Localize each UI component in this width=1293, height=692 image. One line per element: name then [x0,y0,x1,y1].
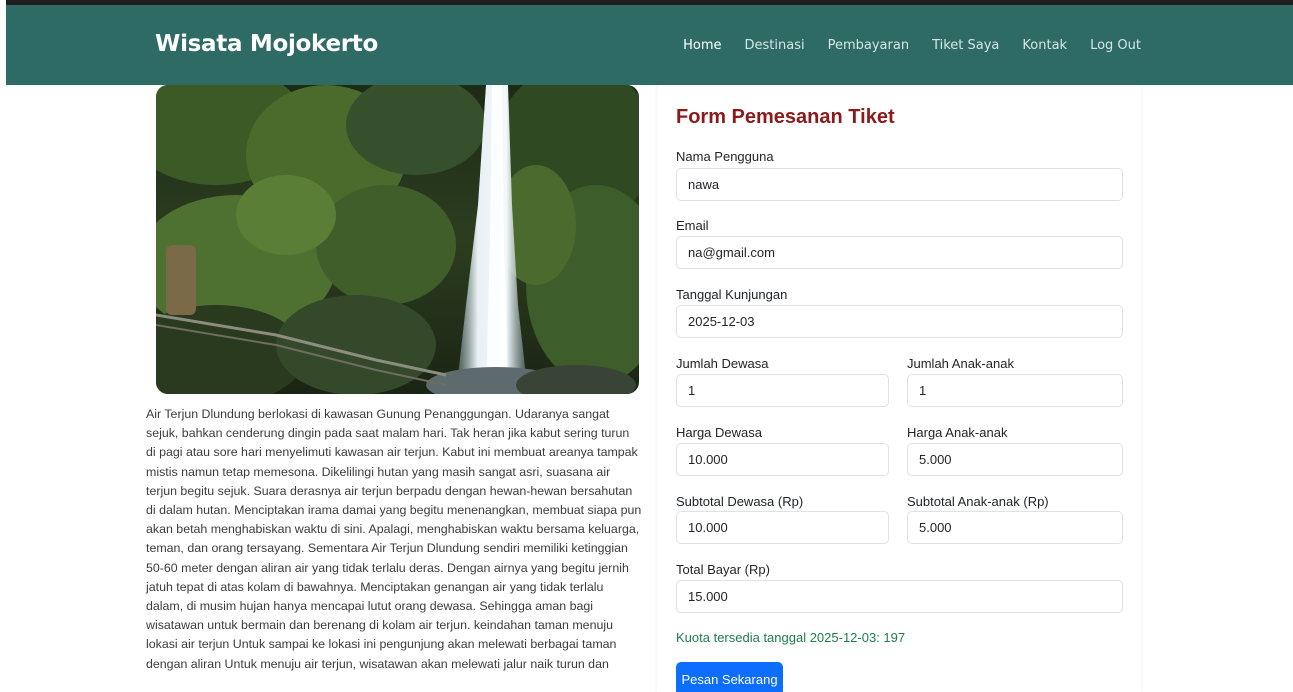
jumlah-anak-label: Jumlah Anak-anak [907,356,1014,371]
brand-logo[interactable]: Wisata Mojokerto [155,31,378,57]
form-title: Form Pemesanan Tiket [676,106,895,128]
jumlah-dewasa-label: Jumlah Dewasa [676,356,769,371]
nav-destinasi[interactable]: Destinasi [745,38,805,53]
nav-kontak[interactable]: Kontak [1022,38,1067,53]
pesan-sekarang-button[interactable]: Pesan Sekarang [676,662,783,692]
nav-log-out[interactable]: Log Out [1090,38,1141,53]
nav-menu: Home Destinasi Pembayaran Tiket Saya Kon… [683,38,1141,53]
harga-anak-field[interactable] [907,443,1123,476]
subtotal-dewasa-field[interactable] [676,511,889,544]
jumlah-dewasa-field[interactable] [676,374,889,407]
article-text: Air Terjun Dlundung berlokasi di kawasan… [146,407,642,671]
nav-tiket-saya[interactable]: Tiket Saya [932,38,999,53]
tanggal-label: Tanggal Kunjungan [676,287,788,302]
harga-dewasa-field[interactable] [676,443,889,476]
harga-anak-label: Harga Anak-anak [907,425,1008,440]
nama-label: Nama Pengguna [676,149,774,164]
subtotal-anak-field[interactable] [907,511,1123,544]
jumlah-anak-field[interactable] [907,374,1123,407]
nama-field[interactable] [676,168,1123,201]
subtotal-anak-label: Subtotal Anak-anak (Rp) [907,494,1049,509]
total-field[interactable] [676,580,1123,613]
subtotal-dewasa-label: Subtotal Dewasa (Rp) [676,494,804,509]
navbar: Wisata Mojokerto Home Destinasi Pembayar… [6,0,1293,85]
nav-home[interactable]: Home [683,38,721,53]
email-label: Email [676,218,709,233]
email-field[interactable] [676,236,1123,269]
total-label: Total Bayar (Rp) [676,562,770,577]
harga-dewasa-label: Harga Dewasa [676,425,762,440]
quota-text: Kuota tersedia tanggal 2025-12-03: 197 [676,630,906,645]
tanggal-field[interactable] [676,305,1123,338]
waterfall-illustration [156,85,639,394]
waterfall-image [156,85,639,394]
nav-pembayaran[interactable]: Pembayaran [828,38,909,53]
